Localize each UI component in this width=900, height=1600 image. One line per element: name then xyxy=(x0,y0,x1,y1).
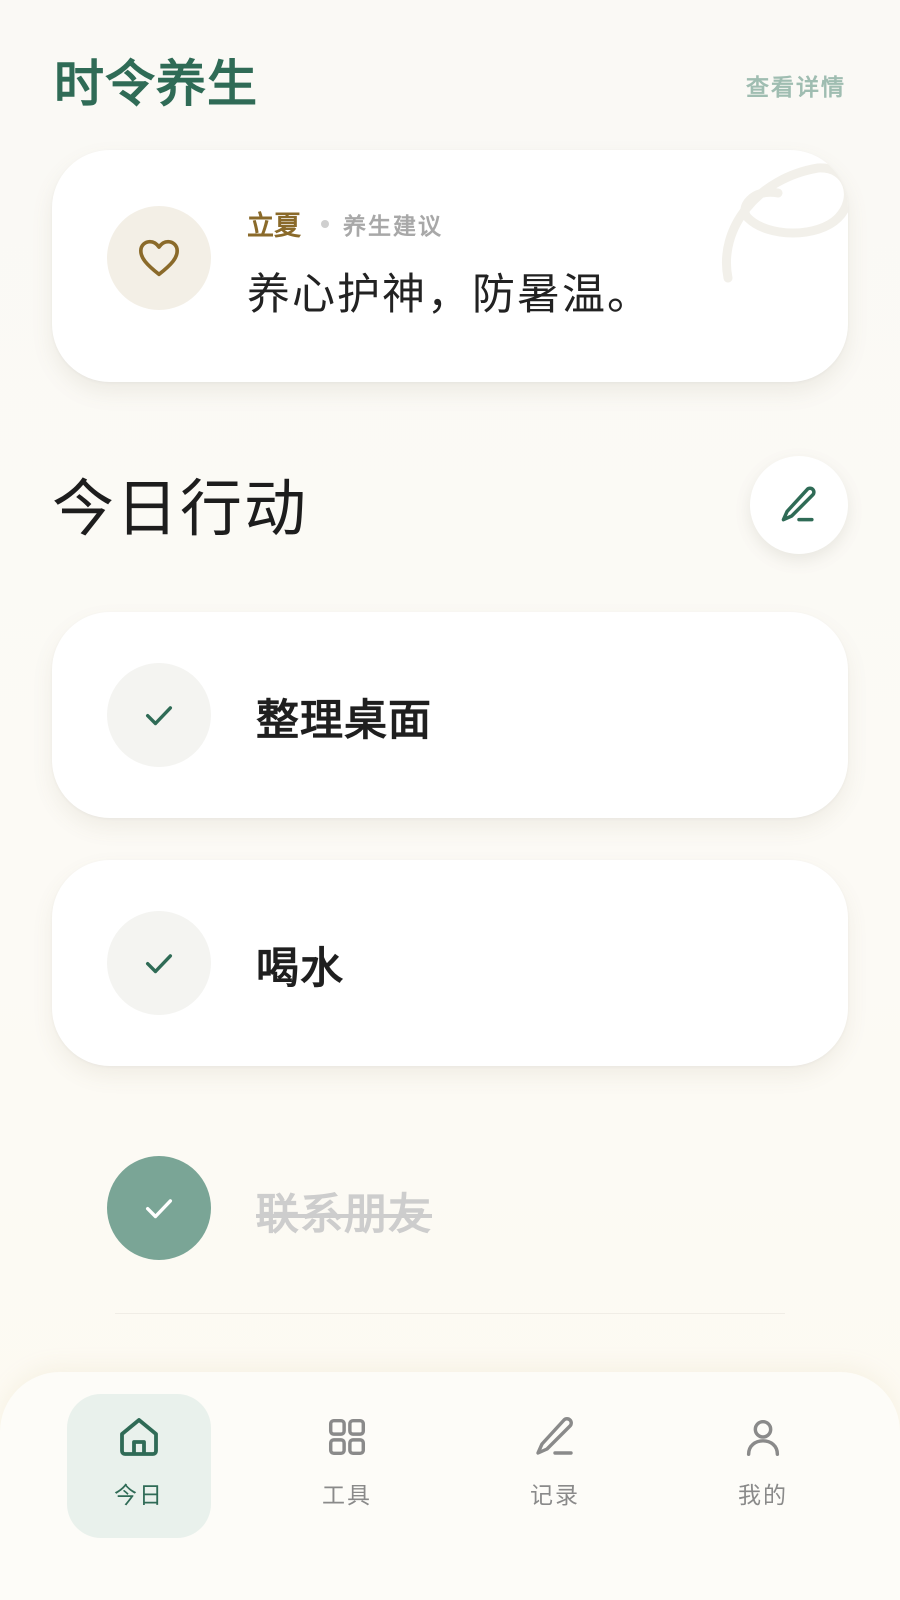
nav-item-today[interactable]: 今日 xyxy=(67,1394,211,1538)
section-title: 今日行动 xyxy=(52,472,309,545)
bottom-nav: 今日 工具 记录 我的 xyxy=(0,1372,900,1600)
nav-label: 工具 xyxy=(322,1483,372,1509)
nav-item-records[interactable]: 记录 xyxy=(483,1394,627,1538)
advice-category-label: 养生建议 xyxy=(343,213,443,240)
check-icon xyxy=(145,706,173,726)
check-icon xyxy=(145,954,173,974)
nav-item-profile[interactable]: 我的 xyxy=(691,1394,835,1538)
nav-label: 记录 xyxy=(530,1483,580,1509)
user-icon xyxy=(738,1412,788,1462)
task-item[interactable]: 喝水 xyxy=(52,860,848,1066)
page-title: 时令养生 xyxy=(54,54,258,113)
task-checkbox[interactable] xyxy=(107,911,211,1015)
nav-item-tools[interactable]: 工具 xyxy=(275,1394,419,1538)
separator-dot xyxy=(321,219,329,228)
heart-icon xyxy=(139,239,179,277)
pencil-icon xyxy=(781,486,816,522)
pencil-icon xyxy=(530,1412,580,1462)
nav-label: 我的 xyxy=(738,1483,788,1509)
view-details-link[interactable]: 查看详情 xyxy=(746,68,846,102)
advice-meta: 立夏 养生建议 xyxy=(247,204,443,243)
divider xyxy=(115,1313,785,1314)
task-label: 联系朋友 xyxy=(256,1190,432,1240)
health-advice-card[interactable]: 立夏 养生建议 养心护神，防暑温。 xyxy=(52,150,848,382)
nav-label: 今日 xyxy=(114,1483,164,1509)
app-screen: 时令养生 查看详情 立夏 养生建议 养心护神，防暑温。 今日行动 整理桌面 喝水… xyxy=(0,0,900,1600)
home-icon xyxy=(114,1412,164,1462)
task-checkbox[interactable] xyxy=(107,663,211,767)
header: 时令养生 查看详情 xyxy=(54,44,846,113)
decorative-leaf-icon xyxy=(722,163,848,283)
task-item[interactable]: 整理桌面 xyxy=(52,612,848,818)
edit-actions-button[interactable] xyxy=(750,456,848,554)
check-icon xyxy=(145,1199,173,1219)
task-checkbox-checked[interactable] xyxy=(107,1156,211,1260)
solar-term-label: 立夏 xyxy=(247,211,301,242)
task-label: 喝水 xyxy=(256,944,344,994)
task-label: 整理桌面 xyxy=(256,696,432,746)
advice-text: 养心护神，防暑温。 xyxy=(247,270,652,320)
advice-icon-badge xyxy=(107,206,211,310)
grid-icon xyxy=(322,1412,372,1462)
task-item-completed[interactable]: 联系朋友 xyxy=(52,1108,848,1314)
